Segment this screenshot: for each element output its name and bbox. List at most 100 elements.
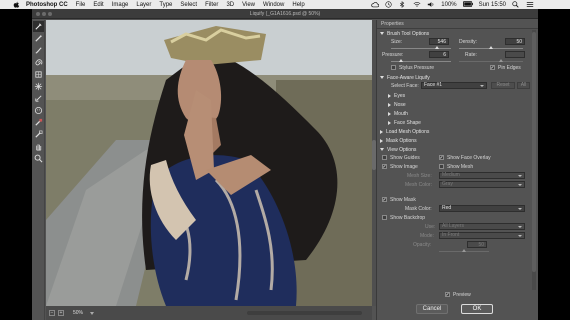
face-tool[interactable] <box>33 105 44 116</box>
zoom-level[interactable]: 50% <box>73 310 83 316</box>
face-aware-liquify-header[interactable]: Face-Aware Liquify <box>377 73 538 82</box>
face-nose-subsection[interactable]: Nose <box>377 100 538 109</box>
twirl-icon <box>34 59 42 66</box>
mode-dropdown[interactable]: In Front <box>439 232 525 239</box>
spotlight-search-icon[interactable] <box>512 1 520 8</box>
window-titlebar[interactable]: Liquify (_G1A1616.psd @ 50%) <box>32 9 538 19</box>
zoom-in-button[interactable]: + <box>58 310 64 316</box>
show-image-checkbox[interactable]: ✓ <box>382 164 387 169</box>
notification-center-icon[interactable] <box>526 1 534 8</box>
smooth-tool[interactable] <box>33 45 44 56</box>
dropdown-caret-icon <box>518 184 522 186</box>
bloat-tool[interactable] <box>33 81 44 92</box>
show-backdrop-row: Show Backdrop <box>377 214 538 223</box>
zoom-tool[interactable] <box>33 153 44 164</box>
show-mesh-checkbox[interactable] <box>439 164 444 169</box>
mesh-size-value: Medium <box>442 172 460 178</box>
face-mouth-subsection[interactable]: Mouth <box>377 109 538 118</box>
pucker-icon <box>34 71 42 78</box>
menu-image[interactable]: Image <box>112 2 129 8</box>
size-field[interactable]: 546 <box>429 38 449 45</box>
canvas-horizontal-scrollbar[interactable] <box>247 311 362 315</box>
rate-slider[interactable] <box>459 59 523 62</box>
stylus-pressure-checkbox[interactable] <box>391 65 396 70</box>
menu-filter[interactable]: Filter <box>205 2 218 8</box>
pressure-slider-knob[interactable] <box>399 59 403 62</box>
brush-tool-options-header[interactable]: Brush Tool Options <box>377 29 538 38</box>
mesh-color-dropdown[interactable]: Gray <box>439 181 525 188</box>
menu-app-name[interactable]: Photoshop CC <box>26 2 68 8</box>
menu-view[interactable]: View <box>242 2 255 8</box>
thaw-mask-tool[interactable] <box>33 129 44 140</box>
bluetooth-icon[interactable] <box>399 1 407 8</box>
rate-slider-knob[interactable] <box>499 59 503 62</box>
zoom-dropdown-icon[interactable] <box>90 311 95 315</box>
battery-icon[interactable] <box>462 1 473 8</box>
time-machine-icon[interactable] <box>385 1 393 8</box>
face-shape-subsection[interactable]: Face Shape <box>377 118 538 127</box>
hand-tool[interactable] <box>33 141 44 152</box>
mask-options-header[interactable]: Mask Options <box>377 136 538 145</box>
liquify-preview-canvas[interactable] <box>46 20 372 306</box>
reset-face-button[interactable]: Reset <box>491 82 515 89</box>
zoom-out-button[interactable]: − <box>49 310 55 316</box>
pressure-field[interactable]: 6 <box>429 51 449 58</box>
backdrop-mode-row: Mode: In Front <box>377 232 538 241</box>
pucker-tool[interactable] <box>33 69 44 80</box>
forward-warp-tool[interactable] <box>32 21 44 32</box>
pin-edges-label: Pin Edges <box>498 65 521 71</box>
opacity-field[interactable]: 50 <box>467 241 487 248</box>
size-slider[interactable] <box>391 46 451 49</box>
pressure-slider[interactable] <box>391 59 451 62</box>
cloud-icon[interactable] <box>371 1 380 8</box>
volume-icon[interactable] <box>427 1 435 8</box>
rate-field[interactable] <box>505 51 525 58</box>
subsection-label: Nose <box>394 101 406 108</box>
opacity-slider[interactable] <box>439 249 489 252</box>
all-faces-button[interactable]: All <box>517 82 530 89</box>
preview-checkbox[interactable]: ✓ <box>445 292 450 297</box>
size-slider-knob[interactable] <box>435 46 439 49</box>
use-dropdown[interactable]: All Layers <box>439 223 525 230</box>
select-face-dropdown[interactable]: Face #1 <box>421 82 487 89</box>
ok-button[interactable]: OK <box>461 304 493 314</box>
menu-layer[interactable]: Layer <box>136 2 151 8</box>
menu-help[interactable]: Help <box>292 2 304 8</box>
collapsed-triangle-icon <box>388 120 391 125</box>
menu-window[interactable]: Window <box>263 2 284 8</box>
brush-size-density-row: Size: 546 Density: 50 <box>377 38 538 47</box>
menu-type[interactable]: Type <box>159 2 172 8</box>
zoom-icon <box>34 154 42 163</box>
wifi-icon[interactable] <box>413 1 421 8</box>
menu-edit[interactable]: Edit <box>93 2 103 8</box>
face-eyes-subsection[interactable]: Eyes <box>377 91 538 100</box>
show-guides-checkbox[interactable] <box>382 155 387 160</box>
collapsed-triangle-icon <box>380 138 383 143</box>
apple-logo-icon[interactable] <box>12 1 20 9</box>
pin-edges-checkbox[interactable]: ✓ <box>490 65 495 70</box>
push-left-tool[interactable] <box>33 93 44 104</box>
hand-icon <box>35 144 41 151</box>
view-options-header[interactable]: View Options <box>377 145 538 154</box>
show-backdrop-checkbox[interactable] <box>382 215 387 220</box>
reconstruct-tool[interactable] <box>33 33 44 44</box>
show-face-overlay-checkbox[interactable]: ✓ <box>439 155 444 160</box>
cancel-button[interactable]: Cancel <box>416 304 448 314</box>
density-field[interactable]: 50 <box>505 38 525 45</box>
opacity-slider-knob[interactable] <box>462 249 466 252</box>
twirl-tool[interactable] <box>33 57 44 68</box>
preview-label: Preview <box>453 292 471 298</box>
load-mesh-options-header[interactable]: Load Mesh Options <box>377 127 538 136</box>
menu-file[interactable]: File <box>76 2 86 8</box>
backdrop-opacity-row: Opacity: 50 <box>377 241 538 250</box>
freeze-mask-tool[interactable] <box>33 117 44 128</box>
menu-3d[interactable]: 3D <box>226 2 234 8</box>
mask-color-dropdown[interactable]: Red <box>439 205 525 212</box>
menu-select[interactable]: Select <box>180 2 197 8</box>
mesh-size-dropdown[interactable]: Medium <box>439 172 525 179</box>
show-mask-checkbox[interactable]: ✓ <box>382 197 387 202</box>
density-slider[interactable] <box>459 46 523 49</box>
smooth-brush-icon <box>35 47 42 54</box>
thaw-mask-icon <box>34 130 42 138</box>
density-slider-knob[interactable] <box>489 46 493 49</box>
